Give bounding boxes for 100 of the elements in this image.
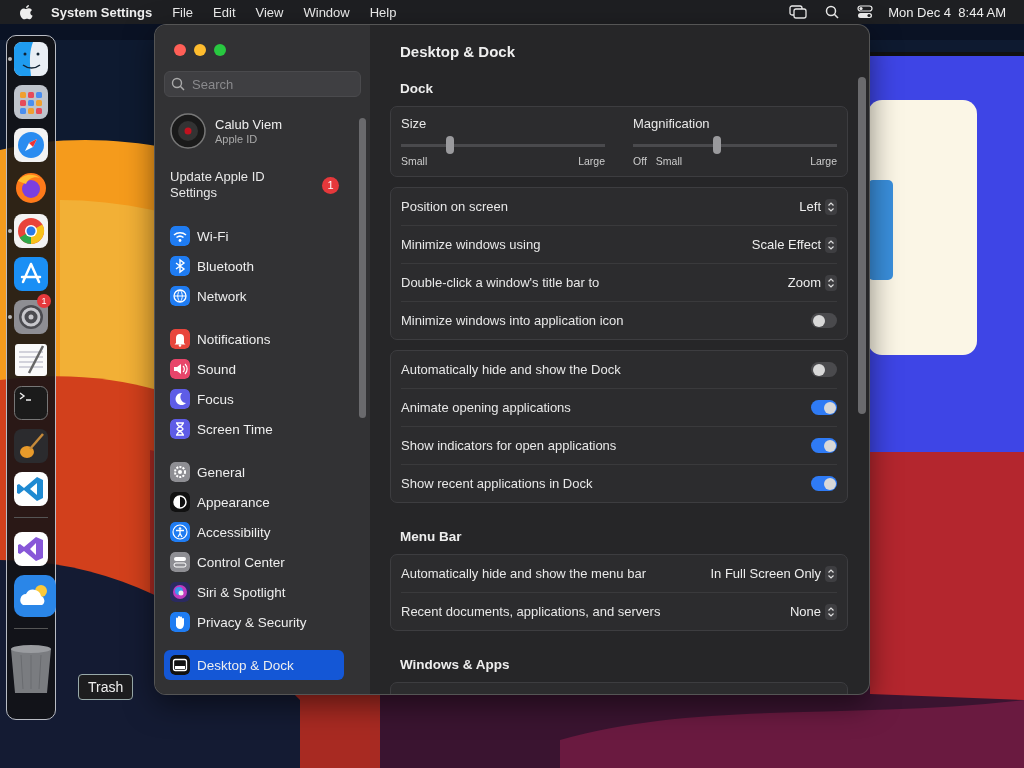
sidebar-item[interactable]: Appearance	[164, 487, 344, 517]
toggle-switch[interactable]	[811, 438, 837, 453]
slider-thumb[interactable]	[445, 136, 454, 154]
page-title: Desktop & Dock	[400, 43, 517, 60]
section-heading: Menu Bar	[400, 529, 463, 544]
menu-item[interactable]: Help	[359, 4, 407, 20]
sidebar-item[interactable]: Notifications	[164, 324, 344, 354]
menu-item[interactable]: Edit	[203, 4, 246, 20]
popup-button[interactable]: None	[789, 603, 837, 620]
account-name[interactable]: Calub Viem	[215, 117, 282, 132]
moon-icon	[170, 389, 190, 409]
globe-icon	[170, 286, 190, 306]
stepper-icon	[825, 198, 837, 215]
toggle-switch[interactable]	[811, 313, 837, 328]
menu-clock[interactable]: Mon Dec 4 8:44 AM	[888, 4, 1006, 20]
sidebar-item[interactable]: Privacy & Security	[164, 607, 344, 637]
account-subtitle: Apple ID	[215, 133, 259, 145]
zoom-button[interactable]	[214, 44, 226, 56]
sidebar-item[interactable]: Desktop & Dock	[164, 650, 344, 680]
compass-icon[interactable]	[14, 128, 48, 162]
slider-thumb[interactable]	[712, 136, 721, 154]
switches-icon	[170, 552, 190, 572]
sidebar-item[interactable]: Sound	[164, 354, 344, 384]
stepper-icon	[825, 603, 837, 620]
setting-label: Minimize windows using	[401, 237, 541, 252]
weather-icon[interactable]	[14, 575, 56, 617]
control-center-icon[interactable]	[857, 5, 874, 19]
setting-label: Automatically hide and show the menu bar	[401, 566, 646, 581]
setting-label: Automatically hide and show the Dock	[401, 362, 621, 377]
toggle-switch[interactable]	[811, 362, 837, 377]
toggle-switch[interactable]	[811, 400, 837, 415]
person-icon	[170, 522, 190, 542]
orb-icon	[170, 582, 190, 602]
face-icon[interactable]	[14, 42, 48, 76]
setting-label: Recent documents, applications, and servers	[401, 604, 661, 619]
guitar-icon[interactable]	[14, 429, 48, 463]
sidebar-item[interactable]: Siri & Spotlight	[164, 577, 344, 607]
sidebar-item[interactable]: Network	[164, 281, 344, 311]
ribbon-icon[interactable]	[14, 532, 48, 566]
apple-logo-icon[interactable]	[19, 4, 33, 20]
toggle-switch[interactable]	[811, 476, 837, 491]
section-heading: Dock	[400, 81, 434, 96]
sidebar-item[interactable]: Bluetooth	[164, 251, 344, 281]
notification-badge: 1	[37, 294, 51, 308]
speaker-icon	[170, 359, 190, 379]
sidebar-item[interactable]: Control Center	[164, 547, 344, 577]
app-menu[interactable]: System Settings	[33, 4, 163, 20]
gear-icon	[170, 462, 190, 482]
sidebar-item[interactable]: Wi-Fi	[164, 221, 344, 251]
notepad-icon[interactable]	[14, 343, 48, 377]
slider-label: Magnification	[633, 116, 711, 131]
slider-mark-label: Off	[633, 155, 647, 167]
trash-icon[interactable]	[9, 643, 53, 695]
stepper-icon	[825, 274, 837, 291]
search-field[interactable]: Search	[164, 71, 361, 97]
setting-label: Double-click a window's title bar to	[401, 275, 600, 290]
scrollbar[interactable]	[858, 77, 866, 414]
bluetooth-icon	[170, 256, 190, 276]
globe-icon[interactable]	[14, 171, 48, 205]
popup-button[interactable]: Left	[799, 198, 837, 215]
slider-mark-label: Small	[401, 155, 428, 167]
letter-shape-icon[interactable]	[14, 257, 48, 291]
terminal-icon[interactable]	[14, 386, 48, 420]
display-icon	[170, 655, 190, 675]
close-button[interactable]	[174, 44, 186, 56]
search-icon[interactable]	[825, 5, 840, 19]
popup-button[interactable]: In Full Screen Only	[710, 565, 837, 582]
avatar-icon[interactable]	[170, 113, 206, 149]
sidebar-item[interactable]: Update Apple ID Settings	[170, 169, 290, 201]
slider-mark-label: Large	[578, 155, 605, 167]
slider-mark-label: Large	[810, 155, 837, 167]
sidebar-item[interactable]: General	[164, 457, 344, 487]
menu-item[interactable]: File	[162, 4, 204, 20]
popup-button[interactable]: Zoom	[787, 274, 837, 291]
minimize-button[interactable]	[194, 44, 206, 56]
stepper-icon	[825, 236, 837, 253]
gear-icon[interactable]	[14, 300, 48, 334]
setting-label: Show indicators for open applications	[401, 438, 617, 453]
setting-label: Show recent applications in Dock	[401, 476, 593, 491]
scrollbar[interactable]	[359, 118, 366, 418]
code-editor-icon[interactable]	[14, 472, 48, 506]
screen-mirroring-icon[interactable]	[789, 5, 808, 19]
hourglass-icon	[170, 419, 190, 439]
popup-button[interactable]: Scale Effect	[751, 236, 837, 253]
stepper-icon	[825, 565, 837, 582]
ring-icon[interactable]	[14, 214, 48, 248]
slider-mark-label: Small	[655, 155, 683, 167]
bell-icon	[170, 329, 190, 349]
menu-item[interactable]: View	[245, 4, 294, 20]
sidebar-item[interactable]: Focus	[164, 384, 344, 414]
setting-label: Position on screen	[401, 199, 508, 214]
app-grid-icon[interactable]	[14, 85, 48, 119]
sidebar-item[interactable]: Screen Time	[164, 414, 344, 444]
wifi-icon	[170, 226, 190, 246]
sidebar-item[interactable]: Accessibility	[164, 517, 344, 547]
slider-label: Size	[401, 116, 428, 131]
contrast-icon	[170, 492, 190, 512]
hand-icon	[170, 612, 190, 632]
menu-item[interactable]: Window	[293, 4, 360, 20]
section-heading: Windows & Apps	[400, 657, 511, 672]
